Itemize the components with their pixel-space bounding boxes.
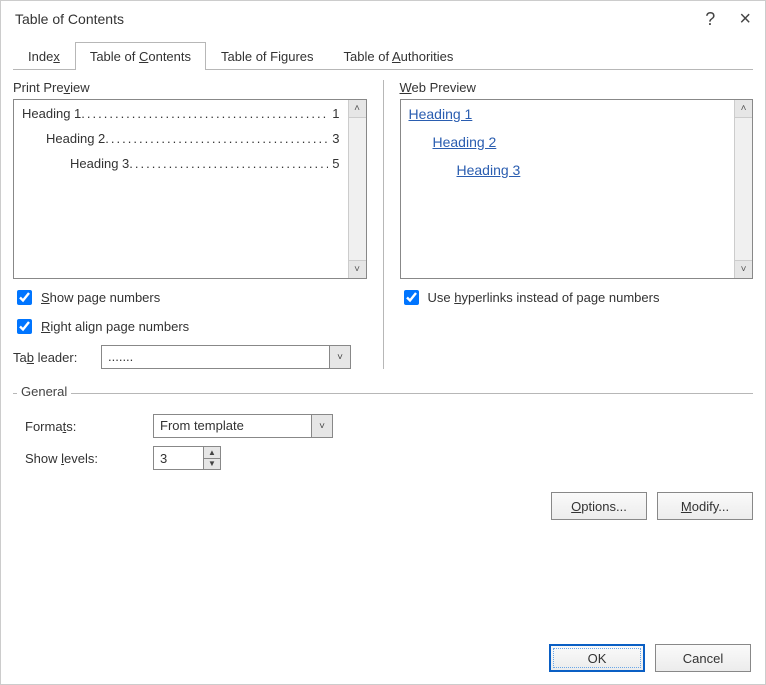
options-button[interactable]: Options... bbox=[551, 492, 647, 520]
right-align-checkbox[interactable] bbox=[17, 319, 32, 334]
tab-leader-row: Tab leader: ....... ˅ bbox=[13, 345, 367, 369]
spinner-down-icon[interactable]: ▼ bbox=[203, 458, 221, 471]
toc-heading-text: Heading 2 bbox=[46, 131, 105, 146]
modify-button[interactable]: Modify... bbox=[657, 492, 753, 520]
formats-value: From template bbox=[153, 414, 311, 438]
scroll-down-icon[interactable]: ˅ bbox=[735, 260, 752, 278]
print-preview-label: Print Preview bbox=[13, 80, 367, 95]
print-preview-box: Heading 1 ..............................… bbox=[13, 99, 367, 279]
formats-row: Formats: From template ˅ bbox=[25, 414, 749, 438]
toc-page-number: 1 bbox=[328, 106, 339, 121]
web-preview-link: Heading 3 bbox=[409, 162, 727, 178]
toc-heading-text: Heading 1 bbox=[22, 106, 81, 121]
titlebar-controls: ? × bbox=[705, 9, 751, 29]
print-preview-row: Heading 1 ..............................… bbox=[22, 106, 340, 121]
dialog-window: Table of Contents ? × Index Table of Con… bbox=[0, 0, 766, 685]
print-preview-column: Print Preview Heading 1 ................… bbox=[13, 80, 367, 369]
scrollbar[interactable]: ˄ ˅ bbox=[734, 100, 752, 278]
web-preview-content: Heading 1 Heading 2 Heading 3 bbox=[401, 100, 735, 278]
use-hyperlinks-label[interactable]: Use hyperlinks instead of page numbers bbox=[428, 290, 660, 305]
leader-dots: ........................................… bbox=[81, 106, 328, 121]
spinner-up-icon[interactable]: ▲ bbox=[203, 446, 221, 458]
print-preview-row: Heading 3 ..............................… bbox=[22, 156, 340, 171]
toc-heading-text: Heading 3 bbox=[70, 156, 129, 171]
titlebar: Table of Contents ? × bbox=[1, 1, 765, 35]
formats-label: Formats: bbox=[25, 419, 145, 434]
formats-select[interactable]: From template ˅ bbox=[153, 414, 333, 438]
cancel-button[interactable]: Cancel bbox=[655, 644, 751, 672]
leader-dots: ........................................… bbox=[129, 156, 328, 171]
leader-dots: ........................................… bbox=[105, 131, 328, 146]
dialog-body: Index Table of Contents Table of Figures… bbox=[1, 35, 765, 532]
web-preview-link: Heading 2 bbox=[409, 134, 727, 150]
columns: Print Preview Heading 1 ................… bbox=[13, 70, 753, 369]
tab-table-of-authorities[interactable]: Table of Authorities bbox=[329, 42, 469, 70]
dialog-title: Table of Contents bbox=[15, 11, 124, 27]
tab-strip: Index Table of Contents Table of Figures… bbox=[13, 41, 753, 70]
levels-spinner[interactable]: ▲ ▼ bbox=[153, 446, 221, 470]
general-group-title: General bbox=[17, 384, 71, 399]
scroll-up-icon[interactable]: ˄ bbox=[735, 100, 752, 118]
spinner-buttons: ▲ ▼ bbox=[203, 446, 221, 470]
mid-buttons: Options... Modify... bbox=[13, 492, 753, 520]
tab-leader-value: ....... bbox=[101, 345, 329, 369]
print-preview-row: Heading 2 ..............................… bbox=[22, 131, 340, 146]
vertical-divider bbox=[383, 80, 384, 369]
print-preview-content: Heading 1 ..............................… bbox=[14, 100, 348, 278]
show-page-numbers-label[interactable]: Show page numbers bbox=[41, 290, 160, 305]
tab-leader-label: Tab leader: bbox=[13, 350, 93, 365]
right-align-label[interactable]: Right align page numbers bbox=[41, 319, 189, 334]
chevron-down-icon[interactable]: ˅ bbox=[329, 345, 351, 369]
tab-leader-select[interactable]: ....... ˅ bbox=[101, 345, 351, 369]
tab-table-of-contents[interactable]: Table of Contents bbox=[75, 42, 206, 70]
tab-index[interactable]: Index bbox=[13, 42, 75, 70]
right-align-row: Right align page numbers bbox=[13, 316, 367, 337]
general-group: General Formats: From template ˅ Show le… bbox=[13, 393, 753, 474]
tab-table-of-figures[interactable]: Table of Figures bbox=[206, 42, 329, 70]
levels-input[interactable] bbox=[153, 446, 203, 470]
toc-page-number: 5 bbox=[328, 156, 339, 171]
dialog-footer-buttons: OK Cancel bbox=[549, 644, 751, 672]
scroll-up-icon[interactable]: ˄ bbox=[349, 100, 366, 118]
web-preview-box: Heading 1 Heading 2 Heading 3 ˄ ˅ bbox=[400, 99, 754, 279]
use-hyperlinks-row: Use hyperlinks instead of page numbers bbox=[400, 287, 754, 308]
scroll-down-icon[interactable]: ˅ bbox=[349, 260, 366, 278]
close-icon[interactable]: × bbox=[739, 9, 751, 29]
help-button[interactable]: ? bbox=[705, 10, 715, 28]
chevron-down-icon[interactable]: ˅ bbox=[311, 414, 333, 438]
web-preview-link: Heading 1 bbox=[409, 106, 727, 122]
levels-label: Show levels: bbox=[25, 451, 145, 466]
show-page-numbers-checkbox[interactable] bbox=[17, 290, 32, 305]
scrollbar[interactable]: ˄ ˅ bbox=[348, 100, 366, 278]
web-preview-column: Web Preview Heading 1 Heading 2 Heading … bbox=[400, 80, 754, 369]
levels-row: Show levels: ▲ ▼ bbox=[25, 446, 749, 470]
use-hyperlinks-checkbox[interactable] bbox=[404, 290, 419, 305]
web-preview-label: Web Preview bbox=[400, 80, 754, 95]
general-frame: General Formats: From template ˅ Show le… bbox=[13, 393, 753, 474]
show-page-numbers-row: Show page numbers bbox=[13, 287, 367, 308]
ok-button[interactable]: OK bbox=[549, 644, 645, 672]
toc-page-number: 3 bbox=[328, 131, 339, 146]
